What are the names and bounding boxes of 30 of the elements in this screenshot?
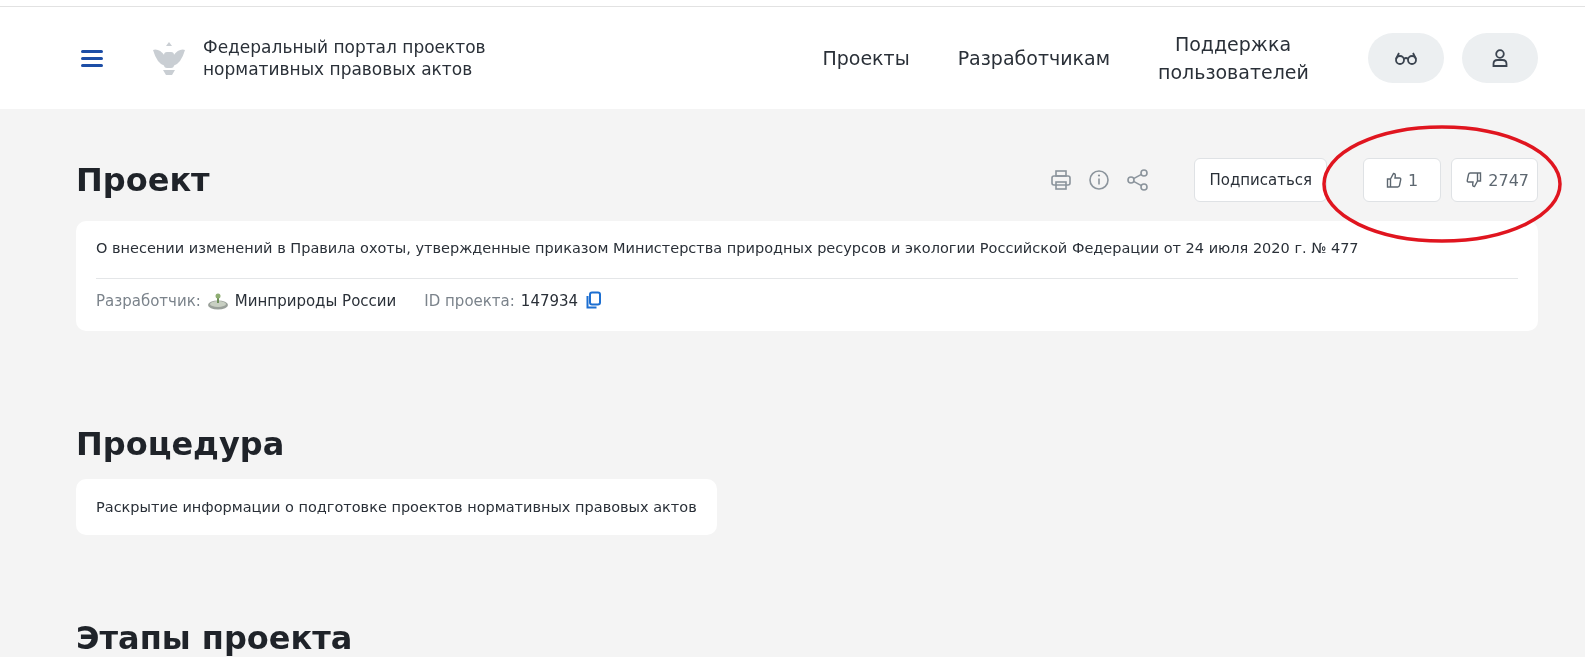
- accessibility-button[interactable]: [1368, 33, 1444, 83]
- nav-link[interactable]: Разработчикам: [957, 44, 1110, 72]
- dislike-button[interactable]: 2747: [1451, 158, 1538, 202]
- project-title: О внесении изменений в Правила охоты, утвержденные приказом Министерства природных ресурсов и экологии Российской Федерации от 24 июля 2020 г. № 477: [96, 239, 1360, 258]
- glasses-icon: [1394, 51, 1418, 65]
- share-icon[interactable]: [1126, 168, 1151, 192]
- ministry-logo-icon: [206, 292, 229, 310]
- section-heading: Проект: [76, 161, 210, 199]
- section-heading: Этапы проекта: [76, 619, 354, 657]
- profile-button[interactable]: [1462, 33, 1538, 83]
- subscribe-button[interactable]: Подписаться: [1194, 158, 1328, 202]
- thumbs-down-icon: [1466, 172, 1483, 188]
- thumbs-up-icon: [1386, 172, 1403, 188]
- project-id: 147934: [520, 292, 579, 310]
- developer-name[interactable]: Минприроды России: [234, 292, 397, 310]
- like-count: 1: [1408, 170, 1419, 190]
- like-button[interactable]: 1: [1363, 158, 1442, 202]
- menu-icon[interactable]: [81, 49, 103, 67]
- developer-label: Разработчик:: [96, 292, 201, 310]
- nav-link[interactable]: Проекты: [822, 44, 910, 72]
- procedure-text: Раскрытие информации о подготовке проектов нормативных правовых актов: [96, 498, 697, 517]
- print-icon[interactable]: [1050, 169, 1073, 191]
- info-icon[interactable]: [1088, 169, 1111, 191]
- nav-link[interactable]: Поддержка пользователей: [1158, 30, 1308, 86]
- dislike-count: 2747: [1488, 170, 1529, 190]
- user-icon: [1492, 49, 1508, 67]
- site-title[interactable]: Федеральный портал проектов нормативных правовых актов: [203, 36, 503, 80]
- project-id-label: ID проекта:: [424, 292, 515, 310]
- section-heading: Процедура: [76, 425, 286, 463]
- copy-icon[interactable]: [584, 291, 603, 311]
